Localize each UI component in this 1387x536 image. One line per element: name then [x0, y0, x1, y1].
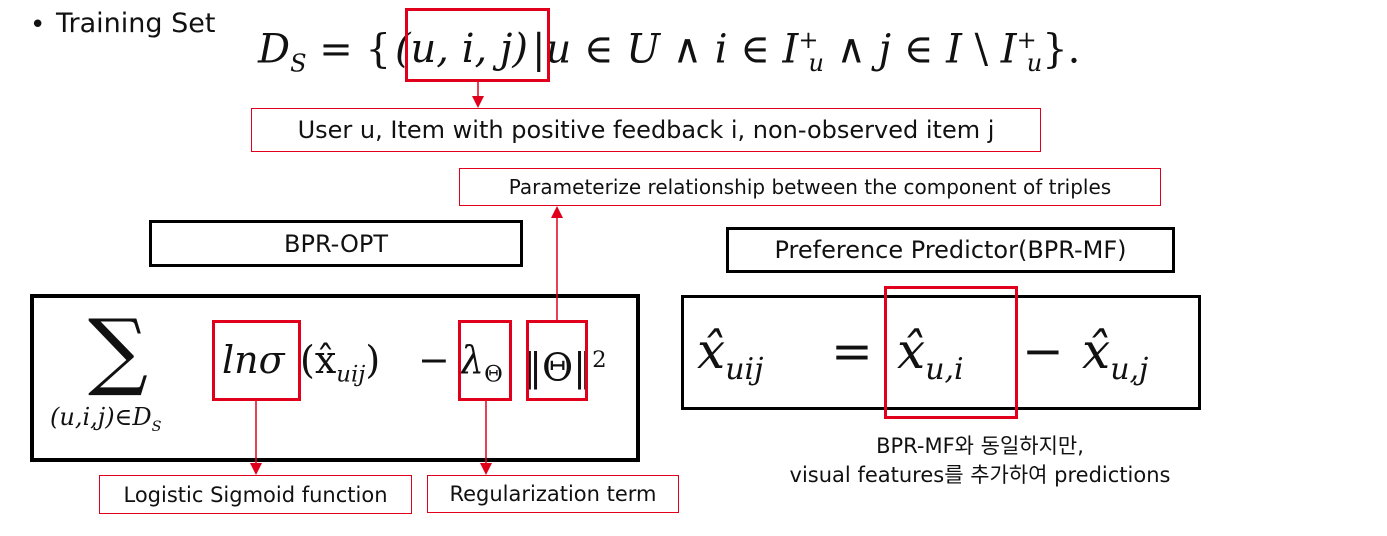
connector-arrows: [250, 82, 563, 475]
